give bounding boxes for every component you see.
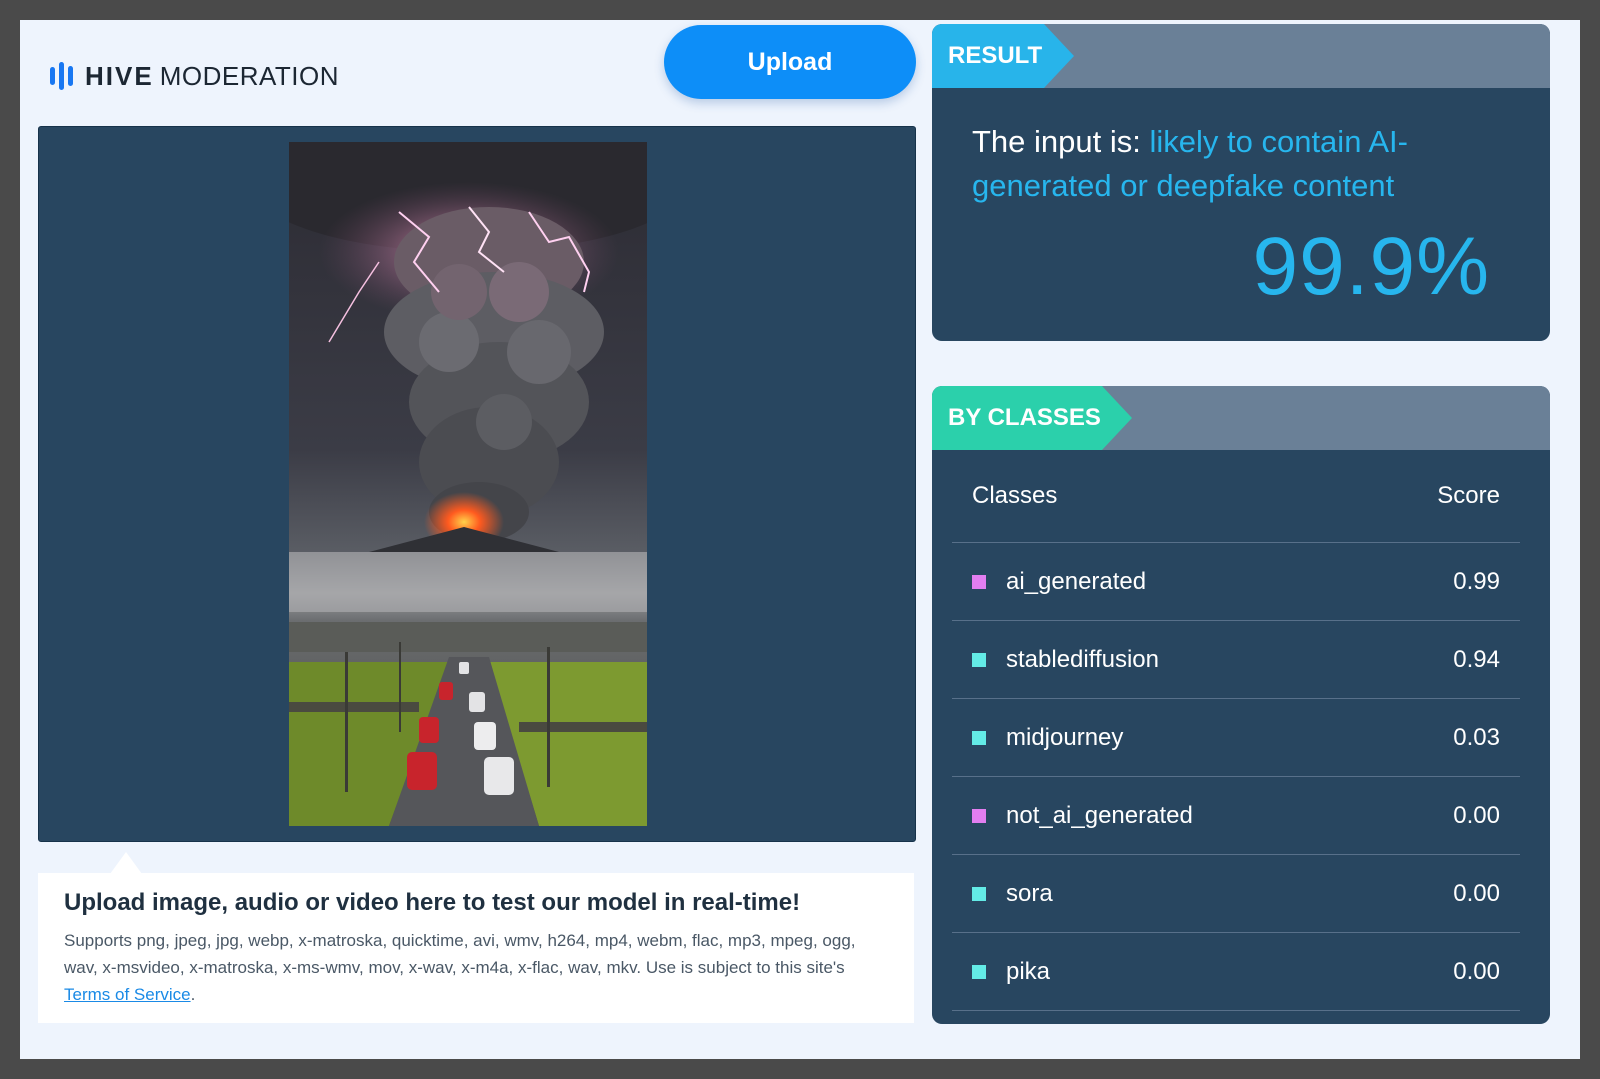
classes-header: BY CLASSES (932, 386, 1550, 450)
result-tag: RESULT (932, 24, 1074, 88)
class-color-swatch (972, 730, 986, 745)
result-prefix: The input is: (972, 124, 1150, 159)
class-name: not_ai_generated (1006, 801, 1193, 829)
supported-formats: Supports png, jpeg, jpg, webp, x-matrosk… (64, 931, 856, 977)
result-card: RESULT The input is: likely to contain A… (932, 24, 1550, 341)
info-pointer (110, 852, 142, 874)
result-header: RESULT (932, 24, 1550, 88)
classes-table-header: Classes Score (952, 450, 1520, 543)
class-color-swatch (972, 652, 986, 667)
upload-button[interactable]: Upload (664, 25, 916, 99)
class-color-swatch (972, 964, 986, 979)
class-name: midjourney (1006, 723, 1124, 751)
table-row: sora 0.00 (952, 855, 1520, 933)
class-name: stablediffusion (1006, 645, 1159, 673)
table-row: pika 0.00 (952, 933, 1520, 1011)
class-score: 0.00 (1453, 801, 1500, 829)
class-name: pika (1006, 957, 1051, 985)
class-color-swatch (972, 574, 986, 589)
class-score: 0.00 (1453, 957, 1500, 985)
class-color-swatch (972, 886, 986, 901)
table-row: midjourney 0.03 (952, 699, 1520, 777)
classes-table: Classes Score ai_generated 0.99 stabledi… (952, 450, 1520, 1011)
class-name: ai_generated (1006, 567, 1147, 595)
logo-hive-text: HIVE (85, 60, 154, 91)
class-score: 0.00 (1453, 879, 1500, 907)
terms-of-service-link[interactable]: Terms of Service (64, 985, 191, 1004)
info-title: Upload image, audio or video here to tes… (64, 889, 801, 916)
info-text-end: . (190, 985, 196, 1004)
classes-tag: BY CLASSES (932, 386, 1132, 450)
by-classes-card: BY CLASSES Classes Score ai_generated 0.… (932, 386, 1550, 1024)
table-row: not_ai_generated 0.00 (952, 777, 1520, 855)
class-score: 0.94 (1453, 645, 1500, 673)
supported-formats-text: Supports png, jpeg, jpg, webp, x-matrosk… (64, 927, 888, 1008)
hive-logo-icon (50, 62, 73, 90)
table-row: stablediffusion 0.94 (952, 621, 1520, 699)
result-statement: The input is: likely to contain AI-gener… (972, 120, 1512, 208)
class-color-swatch (972, 808, 986, 823)
uploaded-image-preview (289, 142, 647, 826)
hive-logo[interactable]: HIVE MODERATION (50, 56, 339, 96)
page: HIVE MODERATION Upload Upload image, aud… (20, 20, 1580, 1059)
class-score: 0.99 (1453, 567, 1500, 595)
result-percent: 99.9% (1252, 221, 1490, 312)
class-name: sora (1006, 879, 1053, 907)
logo-moderation-text: MODERATION (159, 60, 339, 91)
upload-info-box: Upload image, audio or video here to tes… (38, 873, 914, 1023)
col-score: Score (1437, 482, 1500, 509)
col-classes: Classes (972, 482, 1058, 509)
media-preview-panel[interactable] (38, 126, 916, 842)
table-row: ai_generated 0.99 (952, 543, 1520, 621)
class-score: 0.03 (1453, 723, 1500, 751)
